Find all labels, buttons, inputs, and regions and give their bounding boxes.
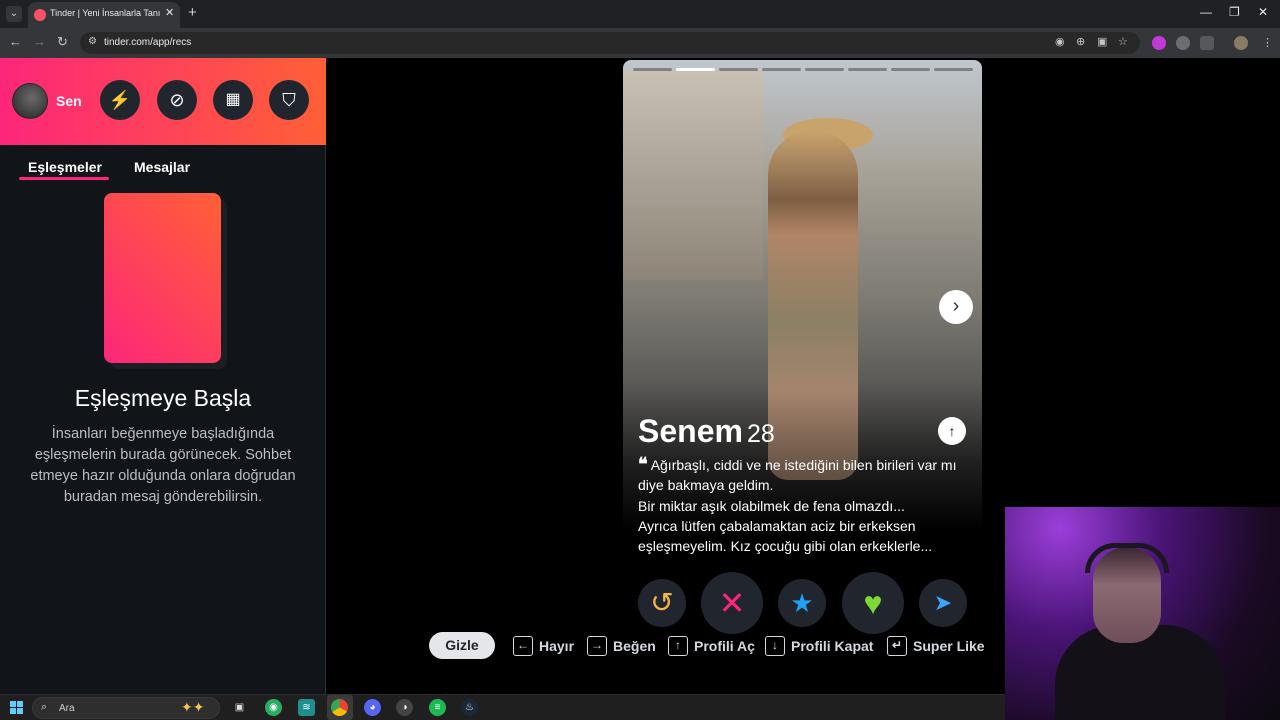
photo-indicator[interactable] bbox=[848, 68, 887, 71]
shortcut-close-profile: ↓ Profili Kapat bbox=[765, 636, 873, 656]
extensions-puzzle-icon[interactable] bbox=[1200, 36, 1214, 50]
bio-line: Ayrıca lütfen çabalamaktan aciz bir erke… bbox=[638, 517, 933, 555]
restore-icon[interactable]: ❐ bbox=[1229, 5, 1240, 19]
profile-avatar-icon[interactable] bbox=[1234, 36, 1248, 50]
discord-icon[interactable]: ◕ bbox=[364, 699, 381, 716]
menu-kebab-icon[interactable]: ⋮ bbox=[1262, 36, 1273, 49]
taskbar-search[interactable]: ⌕ Ara ✦✦ bbox=[32, 697, 220, 719]
profile-card[interactable]: › Senem 28 ↑ ❝ Ağırbaşlı, ciddi ve ne iste… bbox=[623, 60, 982, 595]
left-arrow-key-icon: ← bbox=[513, 636, 533, 656]
browser-toolbar: ← → ↻ ⚙ tinder.com/app/recs ◉ ⊕ ▣ ☆ ⋮ bbox=[0, 28, 1280, 58]
down-arrow-key-icon: ↓ bbox=[765, 636, 785, 656]
extension-icon[interactable] bbox=[1152, 36, 1166, 50]
tab-close-icon[interactable]: ✕ bbox=[165, 6, 174, 19]
browser-tab[interactable]: Tinder | Yeni İnsanlarla Tanış, Bu ✕ bbox=[28, 2, 180, 28]
extension-icon-2[interactable] bbox=[1176, 36, 1190, 50]
tab-matches[interactable]: Eşleşmeler bbox=[28, 159, 102, 175]
empty-state-card bbox=[104, 193, 221, 363]
explore-compass-icon[interactable]: ⊘ bbox=[157, 80, 197, 120]
shortcut-like: → Beğen bbox=[587, 636, 656, 656]
profile-photo bbox=[768, 130, 858, 480]
taskbar: ⌕ Ara ✦✦ ▣ ◉ ≋ ◕ ◑ ≡ ♨ bbox=[0, 694, 1005, 720]
nope-button[interactable]: ✕ bbox=[701, 572, 763, 634]
boost-button[interactable]: ➤ bbox=[919, 579, 967, 627]
profile-age: 28 bbox=[746, 420, 775, 448]
active-tab-indicator bbox=[19, 177, 109, 180]
photo-progress-bars bbox=[633, 68, 973, 71]
url-text: tinder.com/app/recs bbox=[104, 37, 192, 48]
tab-search-icon[interactable]: ⌄ bbox=[6, 6, 22, 22]
new-tab-button[interactable]: + bbox=[188, 4, 197, 21]
steam-icon[interactable]: ♨ bbox=[461, 699, 478, 716]
copilot-sparkle-icon: ✦✦ bbox=[181, 699, 205, 715]
address-bar[interactable]: ⚙ tinder.com/app/recs ◉ ⊕ ▣ ☆ bbox=[80, 32, 1140, 54]
work-briefcase-icon[interactable]: ▦ bbox=[213, 80, 253, 120]
profile-name: Senem bbox=[638, 413, 743, 449]
spotify-icon[interactable]: ≡ bbox=[429, 699, 446, 716]
shortcut-open-profile: ↑ Profili Aç bbox=[668, 636, 755, 656]
photo-indicator[interactable] bbox=[934, 68, 973, 71]
photo-indicator[interactable] bbox=[762, 68, 801, 71]
quote-icon: ❝ bbox=[638, 454, 648, 474]
webcam-headphones bbox=[1085, 543, 1169, 573]
tinder-favicon-icon bbox=[34, 9, 46, 21]
task-view-icon[interactable]: ▣ bbox=[231, 699, 248, 716]
app-icon-teal[interactable]: ≋ bbox=[298, 699, 315, 716]
photo-indicator[interactable] bbox=[805, 68, 844, 71]
enter-key-icon: ↵ bbox=[887, 636, 907, 656]
location-icon[interactable]: ◉ bbox=[1055, 35, 1065, 48]
photo-indicator[interactable] bbox=[633, 68, 672, 71]
rewind-button[interactable]: ↺ bbox=[638, 579, 686, 627]
profile-name-row: Senem 28 bbox=[638, 413, 775, 450]
webcam-overlay bbox=[1005, 507, 1280, 720]
tab-title: Tinder | Yeni İnsanlarla Tanış, Bu bbox=[50, 8, 160, 18]
browser-tabstrip: ⌄ Tinder | Yeni İnsanlarla Tanış, Bu ✕ +… bbox=[0, 0, 1280, 28]
shortcut-nope: ← Hayır bbox=[513, 636, 574, 656]
install-icon[interactable]: ▣ bbox=[1097, 35, 1107, 48]
photo-indicator[interactable] bbox=[891, 68, 930, 71]
next-photo-button[interactable]: › bbox=[939, 290, 973, 324]
zoom-icon[interactable]: ⊕ bbox=[1076, 35, 1085, 48]
obs-icon[interactable]: ◑ bbox=[396, 699, 413, 716]
sidebar-header: Sen ⚡ ⊘ ▦ ⛉ bbox=[0, 58, 326, 145]
hide-shortcuts-button[interactable]: Gizle bbox=[429, 632, 495, 659]
taskbar-search-placeholder: Ara bbox=[59, 703, 75, 714]
profile-bio: ❝ Ağırbaşlı, ciddi ve ne istediğini bilen… bbox=[638, 454, 973, 556]
shortcut-super-like: ↵ Super Like bbox=[887, 636, 985, 656]
super-like-button[interactable]: ★ bbox=[778, 579, 826, 627]
photo-indicator[interactable] bbox=[676, 68, 715, 71]
safety-shield-icon[interactable]: ⛉ bbox=[269, 80, 309, 120]
open-profile-button[interactable]: ↑ bbox=[938, 417, 966, 445]
search-icon: ⌕ bbox=[41, 701, 48, 713]
site-info-icon[interactable]: ⚙ bbox=[88, 36, 97, 47]
sidebar: Sen ⚡ ⊘ ▦ ⛉ Eşleşmeler Mesajlar Eşleşmey… bbox=[0, 58, 326, 694]
window-close-icon[interactable]: ✕ bbox=[1258, 5, 1268, 19]
photo-indicator[interactable] bbox=[719, 68, 758, 71]
user-name[interactable]: Sen bbox=[56, 93, 82, 109]
like-button[interactable]: ♥ bbox=[842, 572, 904, 634]
boost-lightning-icon[interactable]: ⚡ bbox=[100, 80, 140, 120]
photo-building bbox=[623, 70, 763, 280]
empty-state-text: İnsanları beğenmeye başladığında eşleşme… bbox=[30, 426, 296, 505]
avatar[interactable] bbox=[12, 83, 48, 119]
chrome-icon[interactable] bbox=[331, 699, 348, 716]
bio-line: Bir miktar aşık olabilmek de fena olmazd… bbox=[638, 497, 905, 514]
minimize-icon[interactable]: — bbox=[1200, 5, 1212, 19]
up-arrow-key-icon: ↑ bbox=[668, 636, 688, 656]
app-icon-green[interactable]: ◉ bbox=[265, 699, 282, 716]
forward-button[interactable]: → bbox=[33, 34, 46, 49]
empty-state-title: Eşleşmeye Başla bbox=[74, 385, 252, 411]
tab-messages[interactable]: Mesajlar bbox=[134, 159, 190, 175]
back-button[interactable]: ← bbox=[9, 34, 22, 49]
bookmark-star-icon[interactable]: ☆ bbox=[1118, 35, 1128, 48]
bio-line: Ağırbaşlı, ciddi ve ne istediğini bilen … bbox=[638, 457, 957, 494]
reload-button[interactable]: ↻ bbox=[57, 34, 68, 50]
right-arrow-key-icon: → bbox=[587, 636, 607, 656]
windows-start-icon[interactable] bbox=[10, 701, 23, 714]
